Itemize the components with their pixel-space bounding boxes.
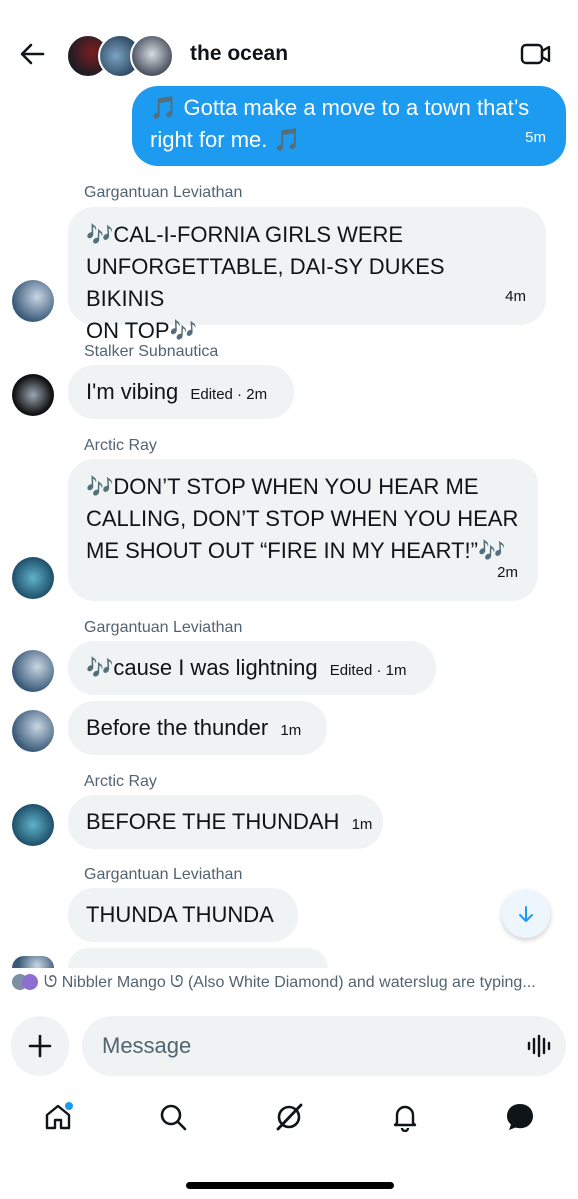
conversation-header: the ocean — [0, 0, 578, 86]
message-bubble[interactable]: THUNDA THUNDA — [68, 888, 298, 942]
message-timestamp: 2m — [497, 564, 518, 581]
message-text: 🎶DON’T STOP WHEN YOU HEAR ME — [86, 474, 479, 499]
message-timestamp: Edited · 2m — [190, 386, 268, 403]
message-bubble[interactable]: I'm vibing Edited · 2m — [68, 365, 294, 419]
message-timestamp: 1m — [351, 816, 373, 833]
scroll-down-icon — [519, 906, 533, 922]
typing-indicator: ᘎ Nibbler Mango ᘎ (Also White Diamond) a… — [12, 974, 536, 996]
message-text: BEFORE THE THUNDAH — [86, 809, 340, 834]
message-text: UNFORGETTABLE, DAI-SY DUKES BIKINIS — [86, 254, 445, 311]
plus-icon — [28, 1034, 52, 1058]
grok-icon[interactable] — [272, 1100, 306, 1134]
add-attachment-button[interactable] — [11, 1016, 69, 1076]
voice-wave-icon[interactable] — [526, 1034, 552, 1058]
sender-name: Gargantuan Leviathan — [84, 184, 243, 201]
message-timestamp: Edited · 1m — [329, 662, 407, 679]
home-icon[interactable] — [41, 1100, 75, 1134]
scroll-to-bottom-button[interactable] — [502, 890, 550, 938]
message-bubble[interactable]: Before the thunder 1m — [68, 701, 327, 755]
message-bubble-outgoing[interactable]: 🎵 Gotta make a move to a town that’s rig… — [132, 86, 566, 166]
sender-name: Arctic Ray — [84, 437, 157, 454]
avatar-arctic-ray[interactable] — [12, 557, 54, 599]
message-timestamp: 4m — [505, 288, 526, 305]
typing-text: ᘎ Nibbler Mango ᘎ (Also White Diamond) a… — [44, 974, 536, 991]
message-bubble[interactable]: 🎶DON’T STOP WHEN YOU HEAR ME CALLING, DO… — [68, 459, 538, 601]
message-text: right for me. 🎵 — [150, 127, 301, 152]
avatar-gargantuan-leviathan[interactable] — [12, 650, 54, 692]
sender-name: Stalker Subnautica — [84, 343, 219, 360]
avatar-stalker-subnautica[interactable] — [12, 374, 54, 416]
messages-icon[interactable] — [503, 1100, 537, 1134]
message-bubble-partial[interactable] — [68, 948, 328, 968]
group-avatars[interactable] — [66, 34, 178, 78]
conversation-title[interactable]: the ocean — [190, 42, 288, 66]
message-text: THUNDA THUNDA — [86, 902, 274, 927]
avatar-gargantuan-leviathan[interactable] — [12, 710, 54, 752]
bell-icon[interactable] — [388, 1100, 422, 1134]
search-icon[interactable] — [156, 1100, 190, 1134]
message-timestamp: 1m — [280, 722, 302, 739]
home-indicator — [186, 1182, 394, 1189]
message-text: I'm vibing — [86, 379, 179, 404]
message-text: 🎵 Gotta make a move to a town that’s — [150, 95, 530, 120]
message-text: CALLING, DON’T STOP WHEN YOU HEAR — [86, 506, 519, 531]
group-avatar-3 — [130, 34, 174, 78]
avatar-gargantuan-leviathan[interactable] — [12, 280, 54, 322]
sender-name: Gargantuan Leviathan — [84, 619, 243, 636]
message-bubble[interactable]: 🎶CAL-I-FORNIA GIRLS WERE UNFORGETTABLE, … — [68, 207, 546, 343]
avatar-gargantuan-leviathan[interactable] — [12, 956, 54, 968]
back-arrow-icon[interactable] — [18, 40, 46, 68]
message-text: 🎶cause I was lightning — [86, 655, 318, 680]
avatar-arctic-ray[interactable] — [12, 804, 54, 846]
typing-avatar — [22, 974, 38, 990]
message-composer — [0, 1016, 578, 1078]
bottom-tab-bar — [0, 1094, 578, 1150]
sender-name: Arctic Ray — [84, 773, 157, 790]
video-call-icon[interactable] — [520, 40, 552, 68]
message-text: Before the thunder — [86, 715, 269, 740]
message-bubble[interactable]: BEFORE THE THUNDAH 1m — [68, 795, 383, 849]
message-text: ME SHOUT OUT “FIRE IN MY HEART!”🎶 — [86, 538, 506, 563]
message-timestamp: 5m — [525, 129, 546, 146]
message-bubble[interactable]: 🎶cause I was lightning Edited · 1m — [68, 641, 436, 695]
sender-name: Gargantuan Leviathan — [84, 866, 243, 883]
message-input[interactable] — [82, 1016, 566, 1076]
message-text: 🎶CAL-I-FORNIA GIRLS WERE — [86, 222, 404, 247]
